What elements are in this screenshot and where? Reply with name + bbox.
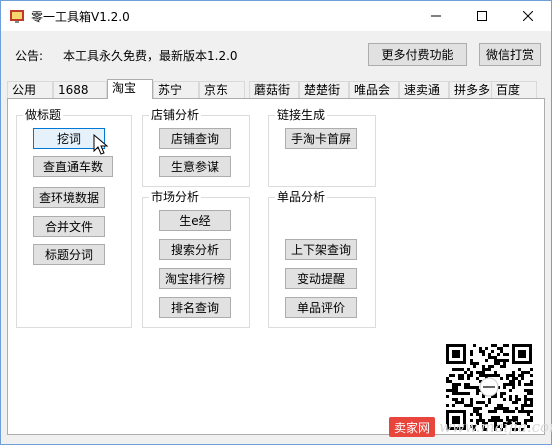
tab-jd[interactable]: 京东 <box>199 81 245 98</box>
group-market-analysis-label: 市场分析 <box>149 189 202 205</box>
rank-query-button[interactable]: 排名查询 <box>159 297 231 318</box>
notice-text: 本工具永久免费，最新版本1.2.0 <box>63 49 238 63</box>
app-window: 零一工具箱V1.2.0 公告: 本工具永久免费，最新版本1.2.0 更多付费功能… <box>0 0 552 445</box>
item-review-button[interactable]: 单品评价 <box>285 297 357 318</box>
tab-aliexpress[interactable]: 速卖通 <box>399 81 449 98</box>
change-alert-button[interactable]: 变动提醒 <box>285 268 357 289</box>
check-environment-data-button[interactable]: 查环境数据 <box>33 187 105 208</box>
search-analysis-button[interactable]: 搜索分析 <box>159 239 231 260</box>
window-title: 零一工具箱V1.2.0 <box>31 10 130 24</box>
tab-common[interactable]: 公用 <box>7 81 53 98</box>
shop-query-button[interactable]: 店铺查询 <box>159 128 231 149</box>
notice-label: 公告: <box>15 49 44 63</box>
tab-mogujie[interactable]: 蘑菇街 <box>249 81 299 98</box>
tab-chuchujie[interactable]: 楚楚街 <box>299 81 349 98</box>
tab-suning[interactable]: 苏宁 <box>153 81 199 98</box>
group-market-analysis: 市场分析 生e经 搜索分析 淘宝排行榜 排名查询 <box>142 189 250 328</box>
title-segment-button[interactable]: 标题分词 <box>33 244 105 265</box>
group-shop-analysis: 店铺分析 店铺查询 生意参谋 <box>142 107 250 187</box>
shengejing-button[interactable]: 生e经 <box>159 210 231 231</box>
mobile-taobao-first-screen-button[interactable]: 手淘卡首屏 <box>285 128 357 149</box>
close-icon <box>523 11 533 21</box>
watermark-badge: 卖家网 <box>389 417 435 437</box>
maximize-button[interactable] <box>459 1 505 31</box>
close-button[interactable] <box>505 1 551 31</box>
tab-vipshop[interactable]: 唯品会 <box>349 81 399 98</box>
minimize-icon <box>431 15 441 17</box>
watermark: 卖家网 www.maijia.com <box>389 414 552 442</box>
tab-baidu[interactable]: 百度 <box>491 81 537 98</box>
app-icon <box>10 10 24 23</box>
shelf-time-query-button[interactable]: 上下架查询 <box>285 239 357 260</box>
maximize-icon <box>477 11 487 21</box>
tab-taobao[interactable]: 淘宝 <box>107 79 153 99</box>
taobao-ranking-button[interactable]: 淘宝排行榜 <box>159 268 231 289</box>
wechat-tip-button[interactable]: 微信打赏 <box>479 43 541 66</box>
title-bar[interactable]: 零一工具箱V1.2.0 <box>1 1 551 31</box>
group-title-making: 做标题 挖词 查直通车数 查环境数据 合并文件 标题分词 <box>16 107 132 328</box>
tab-1688[interactable]: 1688 <box>53 81 107 98</box>
group-item-analysis: 单品分析 上下架查询 变动提醒 单品评价 <box>268 189 376 328</box>
group-link-generation: 链接生成 手淘卡首屏 <box>268 107 376 187</box>
merge-files-button[interactable]: 合并文件 <box>33 216 105 237</box>
minimize-button[interactable] <box>413 1 459 31</box>
mouse-cursor-icon <box>93 134 109 155</box>
more-paid-features-button[interactable]: 更多付费功能 <box>368 43 467 66</box>
group-link-generation-label: 链接生成 <box>275 107 328 123</box>
tab-pinduoduo[interactable]: 拼多多 <box>449 81 495 98</box>
group-item-analysis-label: 单品分析 <box>275 189 328 205</box>
check-express-data-button[interactable]: 查直通车数 <box>33 156 113 177</box>
group-shop-analysis-label: 店铺分析 <box>149 107 202 123</box>
group-title-making-label: 做标题 <box>23 107 64 123</box>
watermark-url: www.maijia.com <box>439 418 552 436</box>
business-advisor-button[interactable]: 生意参谋 <box>159 156 231 177</box>
